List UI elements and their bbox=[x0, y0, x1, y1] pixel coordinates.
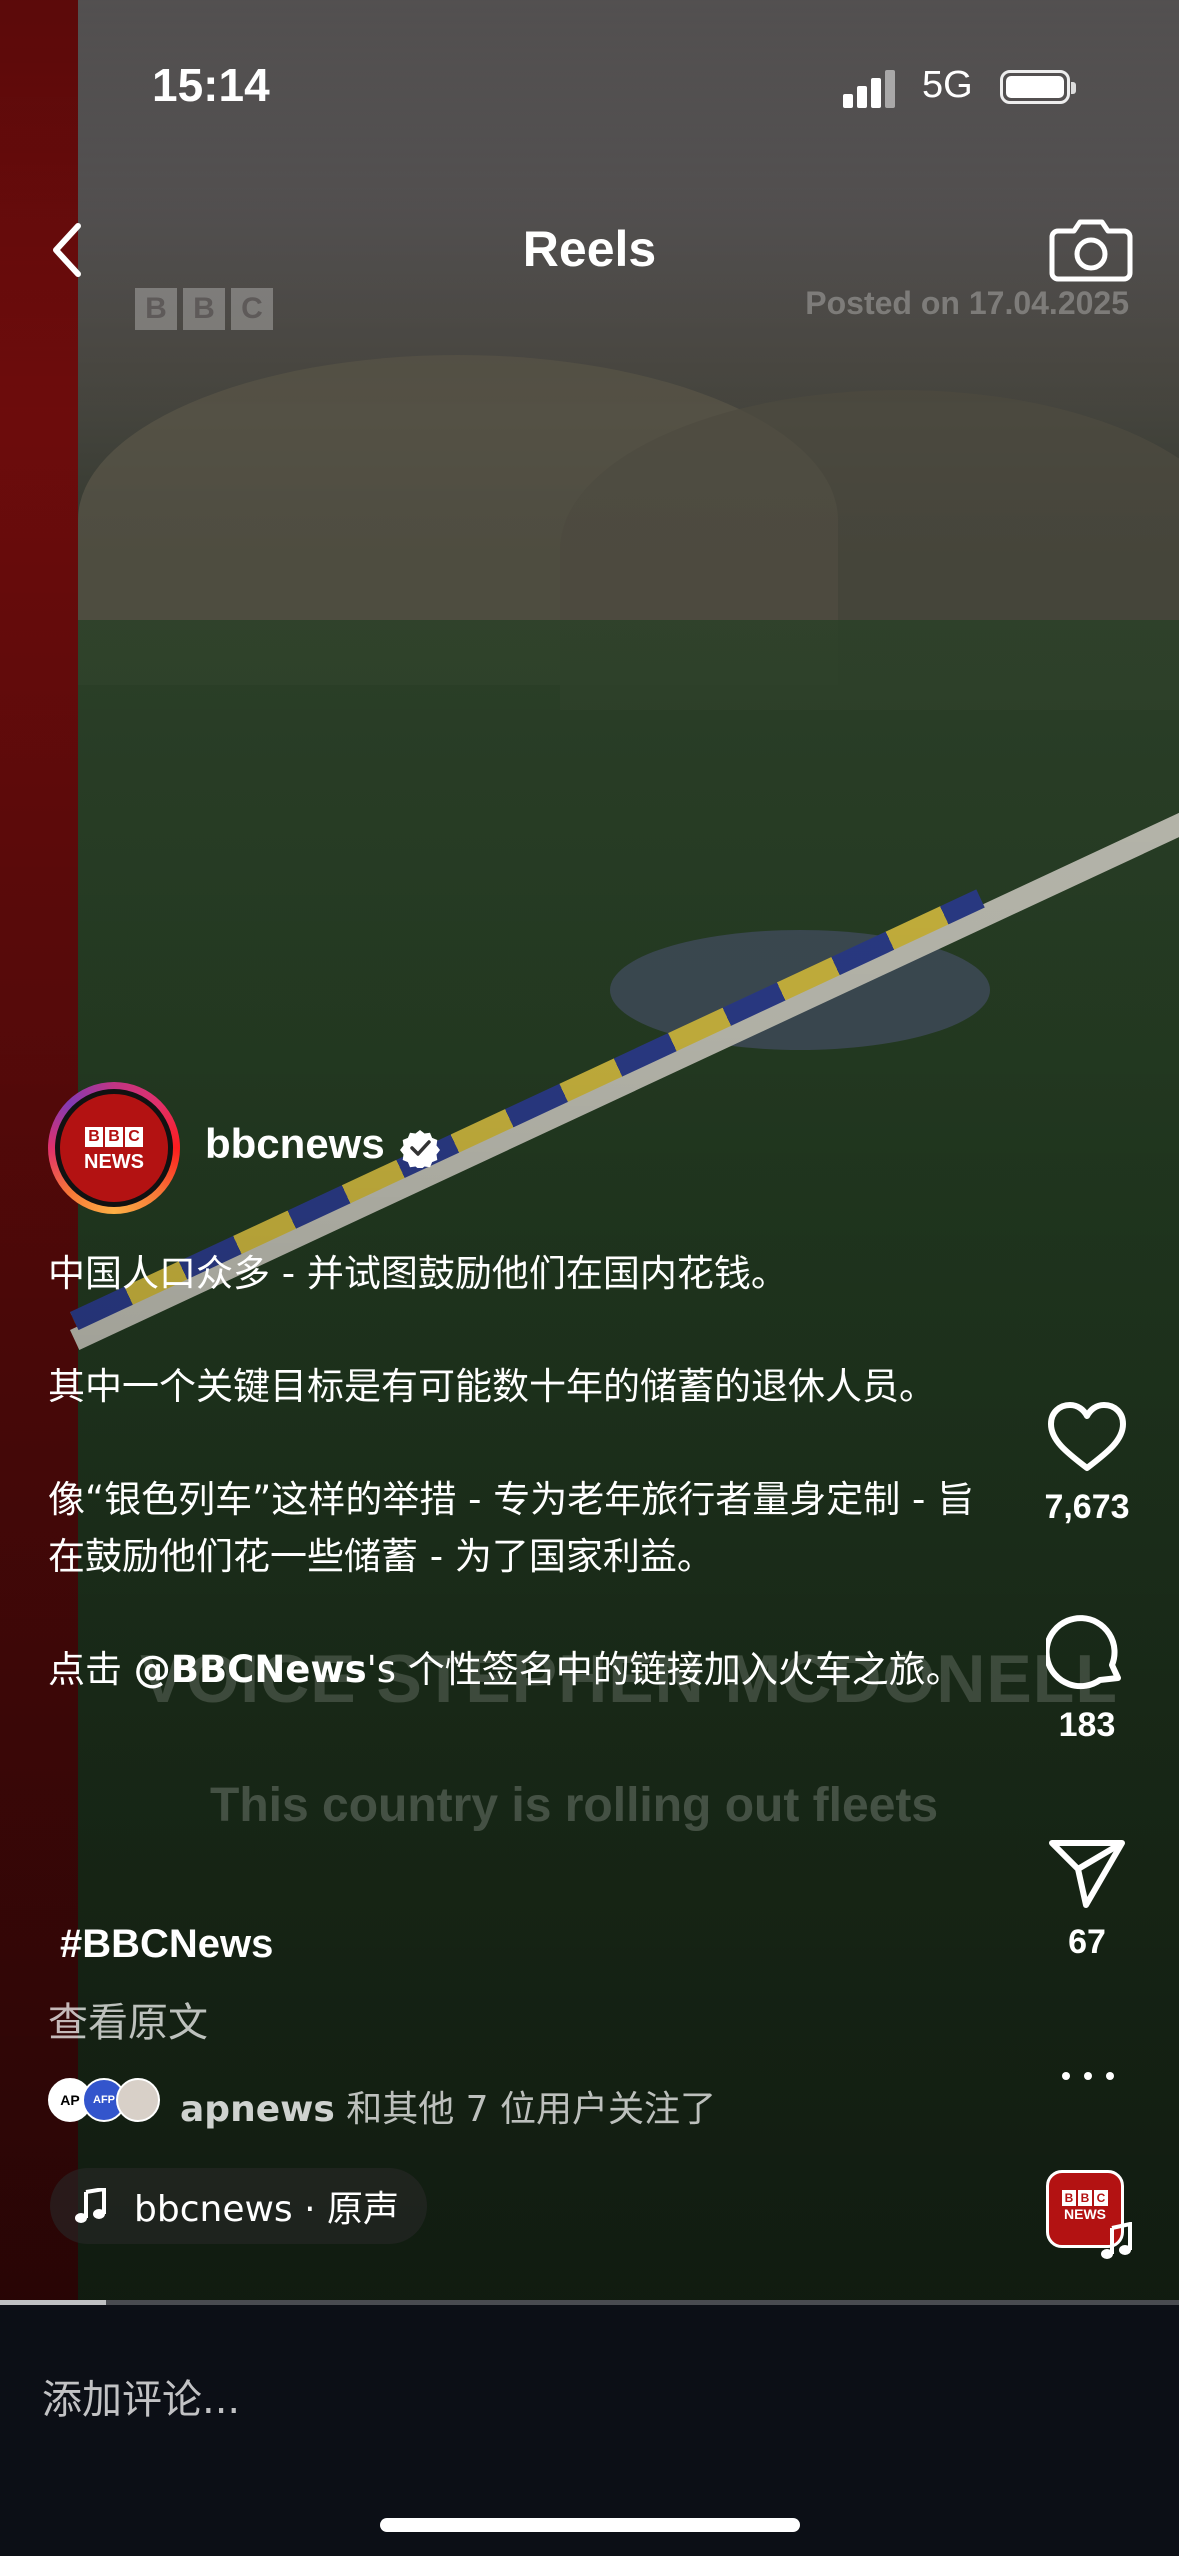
comment-icon bbox=[1046, 1615, 1121, 1690]
verified-icon bbox=[400, 1130, 440, 1168]
hashtag-link[interactable]: #BBCNews bbox=[60, 1922, 273, 1967]
video-subtitle: This country is rolling out fleets bbox=[210, 1779, 939, 1832]
author-avatar[interactable]: BBC NEWS bbox=[48, 1082, 180, 1214]
mention-link[interactable]: @BBCNews bbox=[134, 1648, 367, 1691]
share-icon bbox=[1049, 1840, 1125, 1908]
heart-icon bbox=[1048, 1402, 1126, 1471]
share-button[interactable]: 67 bbox=[1022, 1835, 1152, 1962]
caption-paragraph: 中国人口众多 - 并试图鼓励他们在国内花钱。 bbox=[48, 1252, 788, 1295]
comment-button[interactable]: 183 bbox=[1022, 1610, 1152, 1745]
see-original-button[interactable]: 查看原文 bbox=[48, 1990, 208, 2048]
comment-input[interactable] bbox=[42, 2365, 1042, 2435]
music-note-icon bbox=[1101, 2222, 1132, 2259]
camera-button[interactable] bbox=[1048, 205, 1134, 291]
caption-paragraph: 点击 @BBCNews's 个性签名中的链接加入火车之旅。 bbox=[48, 1648, 963, 1691]
home-indicator[interactable] bbox=[380, 2518, 800, 2532]
network-type: 5G bbox=[922, 64, 973, 106]
comment-bar bbox=[0, 2305, 1179, 2556]
music-note-icon bbox=[75, 2188, 106, 2223]
battery-icon bbox=[1000, 70, 1076, 104]
like-button[interactable]: 7,673 bbox=[1022, 1400, 1152, 1527]
status-time: 15:14 bbox=[152, 59, 270, 111]
reel-caption: 中国人口众多 - 并试图鼓励他们在国内花钱。 其中一个关键目标是有可能数十年的储… bbox=[48, 1245, 988, 1754]
caption-paragraph: 其中一个关键目标是有可能数十年的储蓄的退休人员。 bbox=[48, 1365, 936, 1408]
status-bar: 15:14 5G bbox=[0, 0, 1179, 150]
share-count: 67 bbox=[1068, 1923, 1106, 1961]
page-title: Reels bbox=[522, 221, 657, 277]
reels-screen: BBC Posted on 17.04.2025 VOICE STEPHEN M… bbox=[0, 0, 1179, 2556]
video-watermark-logo: BBC bbox=[135, 285, 279, 330]
caption-paragraph: 像“银色列车”这样的举措 - 专为老年旅行者量身定制 - 旨在鼓励他们花一些储蓄… bbox=[48, 1478, 975, 1578]
follower-avatar bbox=[116, 2078, 160, 2122]
followers-text[interactable]: apnews 和其他 7 位用户关注了 bbox=[180, 2080, 716, 2132]
audio-button[interactable]: bbcnews · 原声 bbox=[50, 2168, 427, 2244]
audio-label: bbcnews · 原声 bbox=[134, 2189, 399, 2230]
like-count: 7,673 bbox=[1044, 1488, 1130, 1526]
camera-icon bbox=[1049, 219, 1133, 282]
author-username[interactable]: bbcnews bbox=[205, 1120, 385, 1168]
bbc-news-logo: BBC NEWS bbox=[60, 1094, 168, 1202]
signal-icon bbox=[843, 68, 903, 108]
comment-count: 183 bbox=[1058, 1706, 1116, 1744]
more-options-button[interactable] bbox=[1058, 2060, 1118, 2090]
